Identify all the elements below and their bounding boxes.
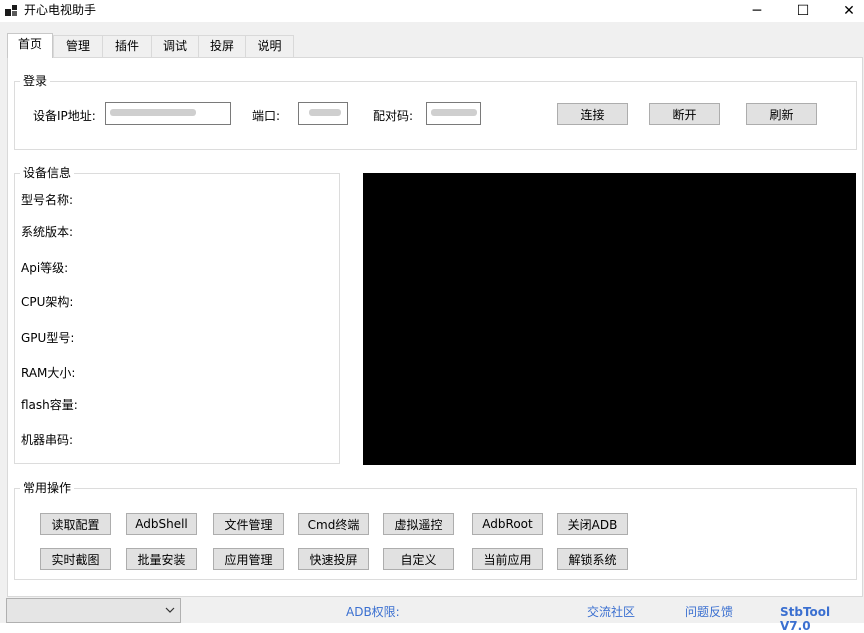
pair-code-label: 配对码:	[373, 109, 414, 123]
feedback-link[interactable]: 问题反馈	[685, 605, 733, 619]
serial-number-label: 机器串码:	[21, 433, 74, 447]
close-button[interactable]: ✕	[826, 0, 864, 22]
gpu-model-label: GPU型号:	[21, 331, 75, 345]
disconnect-button[interactable]: 断开	[649, 103, 720, 125]
tab-home[interactable]: 首页	[7, 33, 53, 58]
device-select[interactable]	[6, 598, 181, 623]
connect-button[interactable]: 连接	[557, 103, 628, 125]
custom-button[interactable]: 自定义	[383, 548, 454, 570]
api-level-label: Api等级:	[21, 261, 69, 275]
adb-permission-label: ADB权限:	[346, 605, 400, 619]
app-manager-button[interactable]: 应用管理	[213, 548, 284, 570]
tab-help[interactable]: 说明	[245, 35, 294, 57]
ram-size-label: RAM大小:	[21, 366, 76, 380]
cpu-arch-label: CPU架构:	[21, 295, 74, 309]
tab-cast[interactable]: 投屏	[198, 35, 246, 57]
adb-root-button[interactable]: AdbRoot	[472, 513, 543, 535]
title-bar: 开心电视助手 ─ ☐ ✕	[0, 0, 864, 22]
window-title: 开心电视助手	[24, 3, 97, 17]
quick-cast-button[interactable]: 快速投屏	[298, 548, 369, 570]
pair-code-input[interactable]	[426, 102, 481, 125]
chevron-down-icon[interactable]	[163, 602, 177, 618]
ip-input[interactable]	[105, 102, 231, 125]
file-manager-button[interactable]: 文件管理	[213, 513, 284, 535]
version-link[interactable]: StbTool V7.0	[780, 605, 864, 633]
tab-manage[interactable]: 管理	[53, 35, 103, 57]
unlock-system-button[interactable]: 解锁系统	[557, 548, 628, 570]
device-info-group-title: 设备信息	[20, 166, 75, 180]
live-screenshot-button[interactable]: 实时截图	[40, 548, 111, 570]
system-version-label: 系统版本:	[21, 225, 74, 239]
adb-shell-button[interactable]: AdbShell	[126, 513, 197, 535]
close-adb-button[interactable]: 关闭ADB	[557, 513, 628, 535]
minimize-button[interactable]: ─	[734, 0, 780, 22]
ip-label: 设备IP地址:	[33, 109, 96, 123]
current-app-button[interactable]: 当前应用	[472, 548, 543, 570]
community-link[interactable]: 交流社区	[587, 605, 635, 619]
login-group-title: 登录	[20, 74, 51, 88]
minimize-icon: ─	[752, 3, 762, 19]
maximize-icon: ☐	[796, 3, 810, 19]
virtual-remote-button[interactable]: 虚拟遥控	[383, 513, 454, 535]
tab-debug[interactable]: 调试	[151, 35, 199, 57]
screen-preview[interactable]	[363, 173, 856, 465]
batch-install-button[interactable]: 批量安装	[126, 548, 197, 570]
port-input[interactable]	[298, 102, 348, 125]
model-name-label: 型号名称:	[21, 193, 74, 207]
device-info-group	[14, 173, 340, 464]
tab-plugins[interactable]: 插件	[102, 35, 152, 57]
port-label: 端口:	[252, 109, 281, 123]
refresh-button[interactable]: 刷新	[746, 103, 817, 125]
close-icon: ✕	[843, 3, 855, 19]
flash-capacity-label: flash容量:	[21, 398, 78, 412]
cmd-terminal-button[interactable]: Cmd终端	[298, 513, 369, 535]
read-config-button[interactable]: 读取配置	[40, 513, 111, 535]
operations-group-title: 常用操作	[20, 481, 75, 495]
app-icon	[5, 5, 17, 16]
maximize-button[interactable]: ☐	[780, 0, 826, 22]
